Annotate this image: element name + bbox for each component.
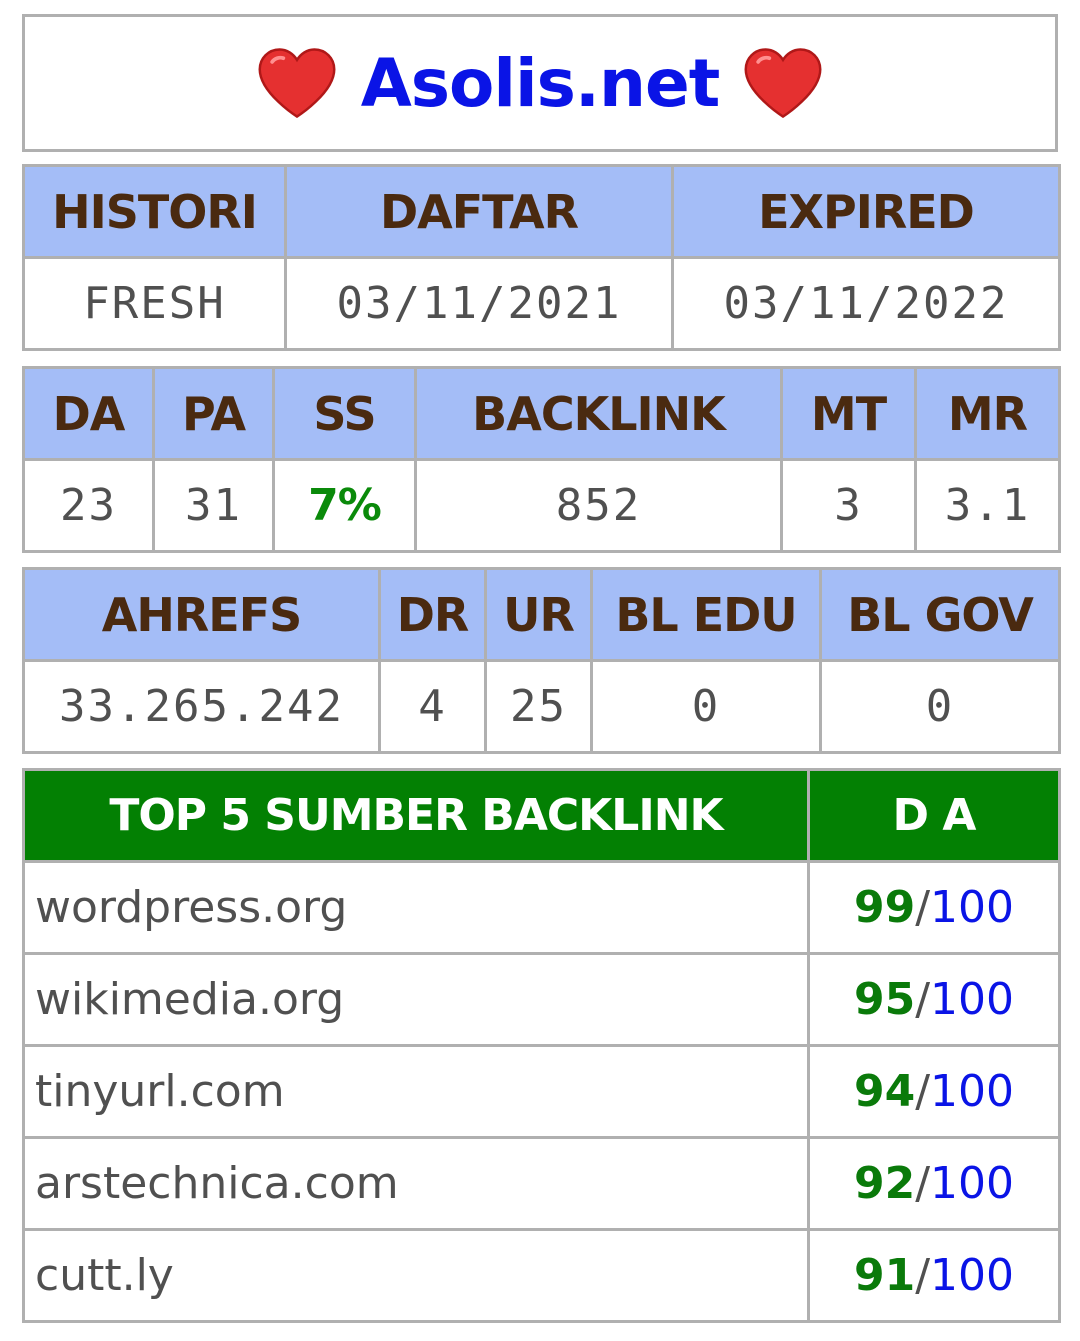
history-table: HISTORI DAFTAR EXPIRED FRESH 03/11/2021 … [22,164,1061,351]
histori-value: FRESH [22,256,287,351]
histori-header: HISTORI [22,164,287,259]
dr-value: 4 [378,659,487,754]
daftar-header: DAFTAR [284,164,674,259]
ahrefs-value: 33.265.242 [22,659,381,754]
mt-header: MT [780,366,917,461]
ur-value: 25 [484,659,593,754]
backlink-score: 99/100 [807,860,1061,955]
table-row: arstechnica.com 92/100 [22,1136,1061,1231]
bl-gov-header: BL GOV [819,567,1061,662]
ahrefs-header: AHREFS [22,567,381,662]
pa-header: PA [152,366,275,461]
backlink-site: cutt.ly [22,1228,810,1323]
ur-header: UR [484,567,593,662]
ahrefs-table: AHREFS DR UR BL EDU BL GOV 33.265.242 4 … [22,567,1061,754]
mt-value: 3 [780,458,917,553]
da-header: DA [22,366,155,461]
top-backlinks-header: TOP 5 SUMBER BACKLINK [22,768,810,863]
table-row: wikimedia.org 95/100 [22,952,1061,1047]
backlink-score: 95/100 [807,952,1061,1047]
ss-header: SS [272,366,417,461]
top-backlinks-table: TOP 5 SUMBER BACKLINK D A wordpress.org … [22,768,1061,1323]
mr-header: MR [914,366,1061,461]
ss-value: 7% [272,458,417,553]
da-value: 23 [22,458,155,553]
table-row: tinyurl.com 94/100 [22,1044,1061,1139]
site-title-box: Asolis.net [22,14,1058,152]
bl-edu-value: 0 [590,659,822,754]
backlink-site: arstechnica.com [22,1136,810,1231]
pa-value: 31 [152,458,275,553]
backlink-value: 852 [414,458,783,553]
heart-icon [258,48,336,118]
backlink-site: wikimedia.org [22,952,810,1047]
moz-metrics-table: DA PA SS BACKLINK MT MR 23 31 7% 852 3 3… [22,366,1061,553]
site-title: Asolis.net [360,44,721,122]
expired-header: EXPIRED [671,164,1061,259]
da-score-header: D A [807,768,1061,863]
bl-edu-header: BL EDU [590,567,822,662]
daftar-value: 03/11/2021 [284,256,674,351]
dr-header: DR [378,567,487,662]
backlink-score: 94/100 [807,1044,1061,1139]
backlink-site: tinyurl.com [22,1044,810,1139]
expired-value: 03/11/2022 [671,256,1061,351]
table-row: wordpress.org 99/100 [22,860,1061,955]
bl-gov-value: 0 [819,659,1061,754]
backlink-score: 91/100 [807,1228,1061,1323]
backlink-score: 92/100 [807,1136,1061,1231]
mr-value: 3.1 [914,458,1061,553]
backlink-header: BACKLINK [414,366,783,461]
table-row: cutt.ly 91/100 [22,1228,1061,1323]
heart-icon [744,48,822,118]
backlink-site: wordpress.org [22,860,810,955]
